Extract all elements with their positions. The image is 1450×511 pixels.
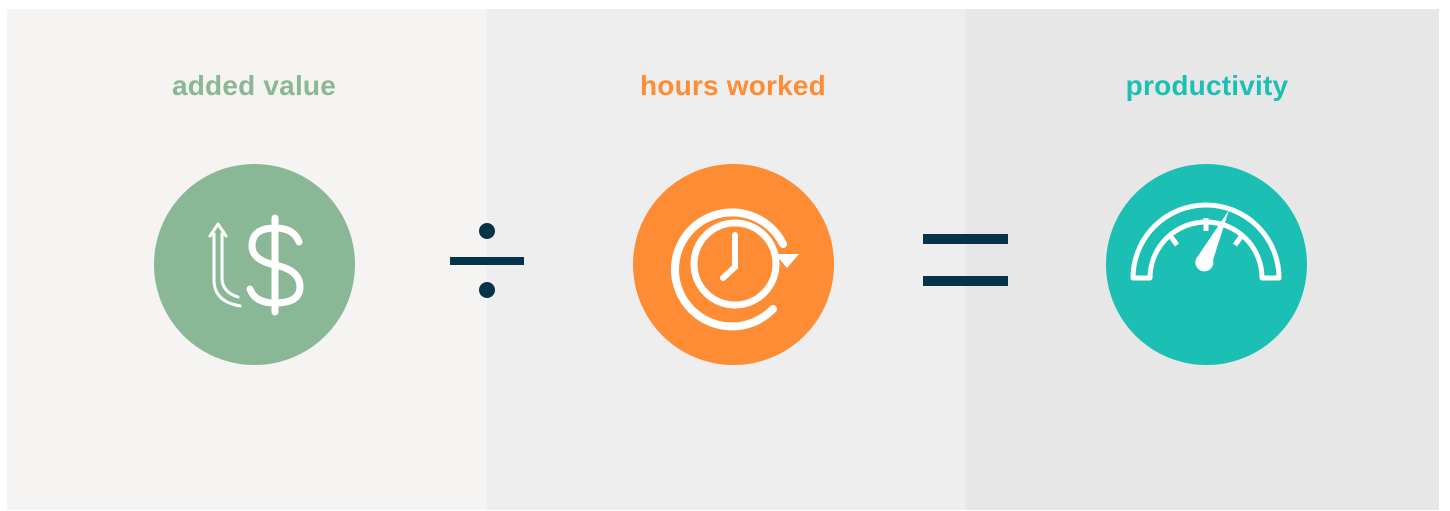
hours-worked-circle <box>633 164 834 365</box>
added-value-label: added value <box>171 70 337 101</box>
productivity-circle <box>1106 164 1307 365</box>
clock-rotate-icon <box>671 208 799 331</box>
divide-icon <box>450 222 524 300</box>
added-value-circle <box>154 164 355 365</box>
equals-icon <box>923 234 1008 286</box>
productivity-label: productivity <box>1125 70 1289 101</box>
hours-worked-label: hours worked <box>640 70 826 101</box>
dollar-up-arrow-icon <box>208 214 304 316</box>
speedometer-icon <box>1130 202 1282 281</box>
